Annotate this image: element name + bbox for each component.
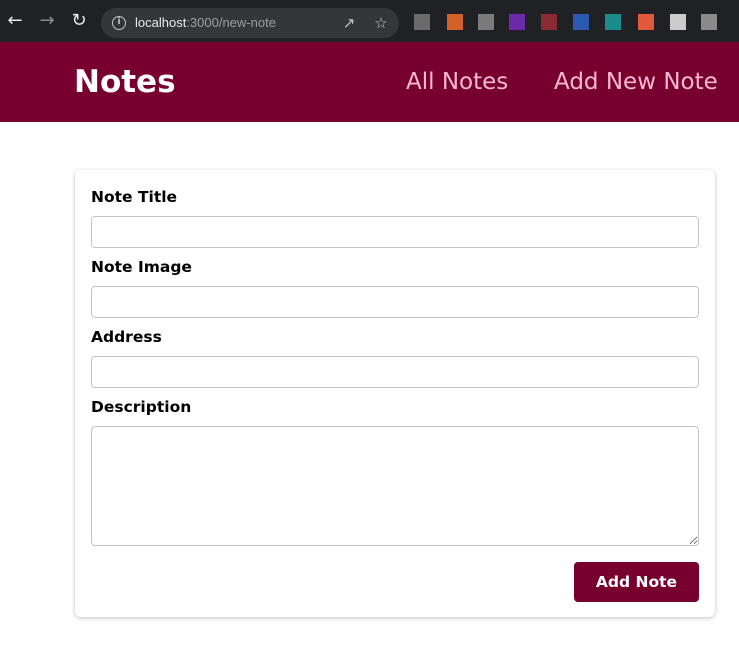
reload-icon[interactable]: ↻ (66, 8, 92, 34)
extension-icon[interactable] (509, 14, 525, 30)
note-image-input[interactable] (91, 286, 699, 318)
url-host: localhost (135, 15, 187, 30)
note-title-label: Note Title (91, 188, 178, 206)
extension-icon[interactable] (447, 14, 463, 30)
extension-icon[interactable] (573, 14, 589, 30)
description-textarea[interactable] (91, 426, 699, 546)
back-arrow-icon[interactable]: ← (2, 8, 28, 34)
forward-arrow-icon[interactable]: → (34, 8, 60, 34)
extension-icon[interactable] (638, 14, 654, 30)
address-label: Address (91, 328, 162, 346)
new-note-form-card: Note Title Note Image Address Descriptio… (75, 170, 715, 617)
nav-all-notes-link[interactable]: All Notes (406, 69, 508, 95)
address-bar[interactable]: i localhost:3000/new-note ↗ ☆ (101, 8, 399, 38)
nav-add-new-note-link[interactable]: Add New Note (554, 69, 718, 95)
extension-icon[interactable] (414, 14, 430, 30)
bookmark-star-icon[interactable]: ☆ (371, 13, 391, 33)
note-image-label: Note Image (91, 258, 192, 276)
app-header: Notes All Notes Add New Note (0, 42, 739, 122)
extension-icon[interactable] (670, 14, 686, 30)
note-title-input[interactable] (91, 216, 699, 248)
extension-icon[interactable] (701, 14, 717, 30)
url-path: :3000/new-note (186, 15, 276, 30)
browser-toolbar: ← → ↻ i localhost:3000/new-note ↗ ☆ (0, 0, 739, 42)
share-icon[interactable]: ↗ (339, 13, 359, 33)
add-note-button[interactable]: Add Note (574, 562, 699, 602)
description-label: Description (91, 398, 192, 416)
extension-icon[interactable] (541, 14, 557, 30)
brand-logo-text[interactable]: Notes (74, 64, 176, 100)
address-input[interactable] (91, 356, 699, 388)
url-text[interactable]: localhost:3000/new-note (135, 15, 276, 30)
info-icon[interactable]: i (112, 16, 126, 30)
extension-icon[interactable] (478, 14, 494, 30)
extension-icon[interactable] (605, 14, 621, 30)
